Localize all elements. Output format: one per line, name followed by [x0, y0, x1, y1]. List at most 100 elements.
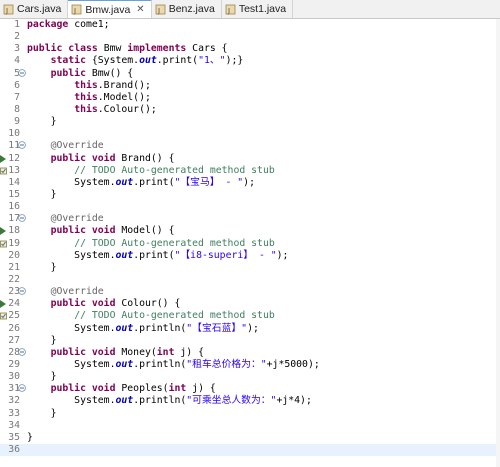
code-line[interactable]: 26 System.out.println("【宝石蓝】");	[0, 323, 500, 335]
code-line[interactable]: 30 }	[0, 371, 500, 383]
code-line[interactable]: 25 // TODO Auto-generated method stub	[0, 310, 500, 322]
code-token: );	[276, 249, 289, 261]
code-text: public void Model() {	[27, 225, 175, 237]
tab-test1-java[interactable]: J Test1.java	[222, 0, 294, 18]
code-token: "【宝马】 - "	[174, 176, 244, 188]
code-token: public	[50, 298, 86, 310]
java-file-icon: J	[225, 4, 236, 15]
code-line[interactable]: 13 // TODO Auto-generated method stub	[0, 165, 500, 177]
code-token: void	[91, 298, 116, 310]
code-line[interactable]: 10	[0, 128, 500, 140]
line-number: 19	[8, 237, 20, 249]
line-number: 24	[8, 298, 20, 310]
code-token: TODO	[91, 310, 116, 322]
tab-benz-java[interactable]: J Benz.java	[152, 0, 222, 18]
code-token: static	[50, 55, 86, 67]
code-line[interactable]: 34	[0, 420, 500, 432]
code-line[interactable]: 6 this.Brand();	[0, 80, 500, 92]
code-line[interactable]: 15 }	[0, 189, 500, 201]
code-line[interactable]: 29 System.out.println("租车总价格为："+j*5000);	[0, 359, 500, 371]
code-token: void	[91, 225, 116, 237]
code-line[interactable]: 24 public void Colour() {	[0, 298, 500, 310]
code-token: "1、"	[198, 55, 226, 67]
fold-toggle-icon[interactable]	[18, 287, 26, 295]
code-line[interactable]: 2	[0, 31, 500, 43]
line-number: 13	[8, 164, 20, 176]
line-number: 25	[8, 310, 20, 322]
line-number: 27	[8, 334, 20, 346]
code-line[interactable]: 11 @Override	[0, 140, 500, 152]
line-number: 15	[8, 188, 20, 200]
line-number: 10	[8, 128, 20, 140]
code-line[interactable]: 19 // TODO Auto-generated method stub	[0, 238, 500, 250]
code-token: .print(	[156, 55, 199, 67]
code-token: void	[91, 346, 116, 358]
line-number: 18	[8, 225, 20, 237]
code-line[interactable]: 4 static {System.out.print("1、");}	[0, 55, 500, 67]
code-token: }	[27, 116, 57, 128]
line-number: 2	[14, 31, 20, 43]
code-token: int	[156, 346, 175, 358]
code-text: }	[27, 262, 57, 274]
tab-cars-java[interactable]: J Cars.java	[0, 0, 69, 18]
line-number: 35	[8, 431, 20, 443]
code-line[interactable]: 16	[0, 201, 500, 213]
code-token: out	[139, 55, 157, 67]
code-line[interactable]: 33 }	[0, 408, 500, 420]
code-line[interactable]: 9 }	[0, 116, 500, 128]
code-line[interactable]: 17 @Override	[0, 213, 500, 225]
code-line[interactable]: 18 public void Model() {	[0, 225, 500, 237]
code-line[interactable]: 27 }	[0, 335, 500, 347]
code-token: }	[27, 431, 33, 443]
code-token: out	[115, 176, 134, 188]
close-icon[interactable]: ✕	[136, 4, 144, 15]
code-token: @Override	[50, 213, 104, 225]
line-number: 20	[8, 249, 20, 261]
code-token: public	[50, 225, 86, 237]
code-line[interactable]: 8 this.Colour();	[0, 104, 500, 116]
code-line[interactable]: 3 public class Bmw implements Cars {	[0, 43, 500, 55]
vertical-scrollbar[interactable]	[496, 19, 500, 467]
code-text: this.Brand();	[27, 80, 151, 92]
code-line[interactable]: 12 public void Brand() {	[0, 153, 500, 165]
code-token: System.	[27, 176, 116, 188]
code-token: Auto-generated method stub	[115, 164, 275, 176]
code-line[interactable]: 28 public void Money(int j) {	[0, 347, 500, 359]
line-number: 1	[14, 19, 20, 30]
code-line[interactable]: 23 @Override	[0, 286, 500, 298]
code-line[interactable]: 32 System.out.println("可乘坐总人数为："+j*4);	[0, 395, 500, 407]
code-line[interactable]: 1 package come1;	[0, 19, 500, 31]
code-line[interactable]: 22	[0, 274, 500, 286]
fold-toggle-icon[interactable]	[18, 141, 26, 150]
svg-text:J: J	[227, 7, 230, 15]
code-token: .println(	[133, 358, 187, 370]
line-number: 34	[8, 419, 20, 431]
code-line[interactable]: 21 }	[0, 262, 500, 274]
code-token: Bmw() {	[85, 67, 134, 79]
svg-text:J: J	[73, 7, 76, 15]
code-editor[interactable]: 1 package come1; 2 3 public class Bmw implem…	[0, 19, 500, 467]
code-line[interactable]: 31 public void Peoples(int j) {	[0, 383, 500, 395]
code-line[interactable]: 7 this.Model();	[0, 92, 500, 104]
fold-toggle-icon[interactable]	[18, 214, 26, 223]
code-line[interactable]: 20 System.out.print("【i8-superi】 - ");	[0, 250, 500, 262]
code-token: .print(	[133, 249, 175, 261]
code-token: this	[74, 91, 98, 103]
code-line[interactable]: 36	[0, 443, 500, 457]
code-token: class	[68, 43, 98, 55]
tab-bmw-java[interactable]: J Bmw.java ✕	[68, 0, 152, 18]
fold-toggle-icon[interactable]	[18, 347, 26, 356]
code-token: public	[50, 346, 86, 358]
code-token: TODO	[91, 164, 116, 176]
code-token: out	[115, 322, 134, 334]
code-token: @Override	[50, 286, 104, 298]
code-line[interactable]: 14 System.out.print("【宝马】 - ");	[0, 177, 500, 189]
code-line[interactable]: 5 public Bmw() {	[0, 68, 500, 80]
fold-toggle-icon[interactable]	[18, 68, 26, 77]
code-text: package come1;	[27, 19, 110, 31]
fold-toggle-icon[interactable]	[18, 384, 26, 393]
code-line[interactable]: 35}	[0, 432, 500, 444]
